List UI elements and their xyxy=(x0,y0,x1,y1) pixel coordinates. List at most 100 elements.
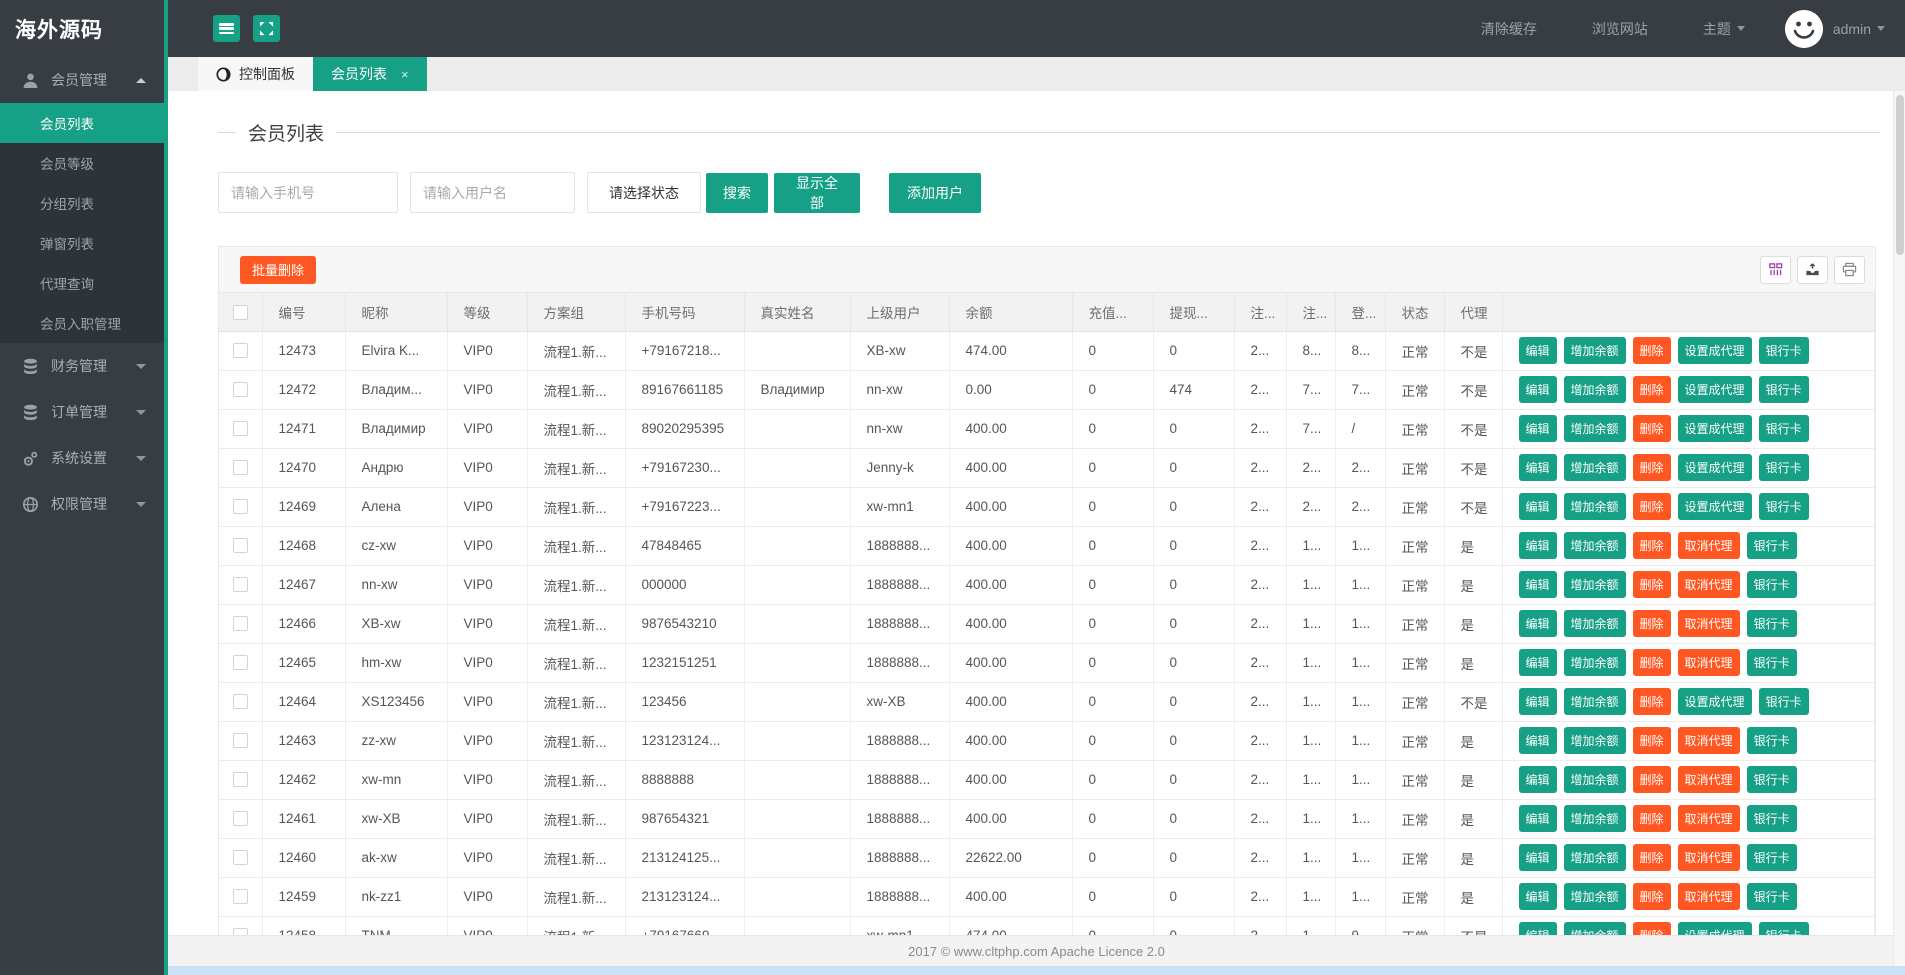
set-agent-button[interactable]: 设置成代理 xyxy=(1677,376,1752,403)
add-balance-button[interactable]: 增加余额 xyxy=(1563,805,1626,832)
cancel-agent-button[interactable]: 取消代理 xyxy=(1677,649,1740,676)
delete-button[interactable]: 删除 xyxy=(1632,649,1671,676)
cancel-agent-button[interactable]: 取消代理 xyxy=(1677,844,1740,871)
edit-button[interactable]: 编辑 xyxy=(1518,571,1557,598)
bank-card-button[interactable]: 银行卡 xyxy=(1758,376,1809,403)
set-agent-button[interactable]: 设置成代理 xyxy=(1677,688,1752,715)
set-agent-button[interactable]: 设置成代理 xyxy=(1677,922,1752,935)
add-balance-button[interactable]: 增加余额 xyxy=(1563,883,1626,910)
delete-button[interactable]: 删除 xyxy=(1632,532,1671,559)
row-checkbox[interactable] xyxy=(232,811,248,827)
delete-button[interactable]: 删除 xyxy=(1632,454,1671,481)
edit-button[interactable]: 编辑 xyxy=(1518,454,1557,481)
bank-card-button[interactable]: 银行卡 xyxy=(1758,493,1809,520)
add-balance-button[interactable]: 增加余额 xyxy=(1563,688,1626,715)
horizontal-scrollbar[interactable] xyxy=(168,966,1905,975)
edit-button[interactable]: 编辑 xyxy=(1518,766,1557,793)
row-checkbox[interactable] xyxy=(232,577,248,593)
theme-dropdown[interactable]: 主题 xyxy=(1703,19,1745,39)
bank-card-button[interactable]: 银行卡 xyxy=(1758,337,1809,364)
status-select[interactable]: 请选择状态 xyxy=(587,172,701,213)
sidebar-item-order-management[interactable]: 订单管理 xyxy=(0,389,164,435)
bank-card-button[interactable]: 银行卡 xyxy=(1758,922,1809,935)
add-balance-button[interactable]: 增加余额 xyxy=(1563,571,1626,598)
batch-delete-button[interactable]: 批量删除 xyxy=(240,255,317,284)
delete-button[interactable]: 删除 xyxy=(1632,337,1671,364)
avatar[interactable] xyxy=(1784,9,1823,48)
bank-card-button[interactable]: 银行卡 xyxy=(1746,844,1797,871)
columns-toggle-button[interactable] xyxy=(1760,255,1791,284)
delete-button[interactable]: 删除 xyxy=(1632,727,1671,754)
row-checkbox[interactable] xyxy=(232,850,248,866)
bank-card-button[interactable]: 银行卡 xyxy=(1746,649,1797,676)
edit-button[interactable]: 编辑 xyxy=(1518,688,1557,715)
add-balance-button[interactable]: 增加余额 xyxy=(1563,844,1626,871)
print-button[interactable] xyxy=(1834,255,1865,284)
cancel-agent-button[interactable]: 取消代理 xyxy=(1677,571,1740,598)
row-checkbox[interactable] xyxy=(232,655,248,671)
sidebar-item-finance-management[interactable]: 财务管理 xyxy=(0,343,164,389)
bank-card-button[interactable]: 银行卡 xyxy=(1746,883,1797,910)
bank-card-button[interactable]: 银行卡 xyxy=(1758,454,1809,481)
sidebar-item-member-management[interactable]: 会员管理 xyxy=(0,57,164,103)
edit-button[interactable]: 编辑 xyxy=(1518,883,1557,910)
clear-cache-link[interactable]: 清除缓存 xyxy=(1481,19,1537,39)
row-checkbox[interactable] xyxy=(232,889,248,905)
add-balance-button[interactable]: 增加余额 xyxy=(1563,376,1626,403)
export-button[interactable] xyxy=(1797,255,1828,284)
edit-button[interactable]: 编辑 xyxy=(1518,922,1557,935)
add-balance-button[interactable]: 增加余额 xyxy=(1563,766,1626,793)
vertical-scrollbar[interactable] xyxy=(1893,91,1905,966)
edit-button[interactable]: 编辑 xyxy=(1518,493,1557,520)
row-checkbox[interactable] xyxy=(232,772,248,788)
row-checkbox[interactable] xyxy=(232,421,248,437)
username-input[interactable] xyxy=(410,172,575,213)
sidebar-subitem-1[interactable]: 会员等级 xyxy=(0,143,164,183)
set-agent-button[interactable]: 设置成代理 xyxy=(1677,337,1752,364)
sidebar-item-system-settings[interactable]: 系统设置 xyxy=(0,435,164,481)
add-balance-button[interactable]: 增加余额 xyxy=(1563,454,1626,481)
bank-card-button[interactable]: 银行卡 xyxy=(1746,532,1797,559)
edit-button[interactable]: 编辑 xyxy=(1518,727,1557,754)
sidebar-subitem-2[interactable]: 分组列表 xyxy=(0,183,164,223)
sidebar-subitem-3[interactable]: 弹窗列表 xyxy=(0,223,164,263)
phone-input[interactable] xyxy=(218,172,398,213)
edit-button[interactable]: 编辑 xyxy=(1518,532,1557,559)
search-button[interactable]: 搜索 xyxy=(706,172,768,213)
add-user-button[interactable]: 添加用户 xyxy=(889,172,981,213)
browse-site-link[interactable]: 浏览网站 xyxy=(1592,19,1648,39)
row-checkbox[interactable] xyxy=(232,733,248,749)
row-checkbox[interactable] xyxy=(232,694,248,710)
scrollbar-thumb[interactable] xyxy=(1896,95,1904,255)
tab-member-list[interactable]: 会员列表 × xyxy=(313,57,427,91)
bank-card-button[interactable]: 银行卡 xyxy=(1758,415,1809,442)
edit-button[interactable]: 编辑 xyxy=(1518,610,1557,637)
cancel-agent-button[interactable]: 取消代理 xyxy=(1677,766,1740,793)
delete-button[interactable]: 删除 xyxy=(1632,922,1671,935)
add-balance-button[interactable]: 增加余额 xyxy=(1563,610,1626,637)
cancel-agent-button[interactable]: 取消代理 xyxy=(1677,883,1740,910)
sidebar-subitem-4[interactable]: 代理查询 xyxy=(0,263,164,303)
show-all-button[interactable]: 显示全部 xyxy=(774,172,860,213)
bank-card-button[interactable]: 银行卡 xyxy=(1746,766,1797,793)
cancel-agent-button[interactable]: 取消代理 xyxy=(1677,727,1740,754)
collapse-menu-button[interactable] xyxy=(213,15,240,42)
sidebar-subitem-0[interactable]: 会员列表 xyxy=(0,103,164,143)
cancel-agent-button[interactable]: 取消代理 xyxy=(1677,805,1740,832)
tab-dashboard[interactable]: 控制面板 xyxy=(198,57,313,91)
edit-button[interactable]: 编辑 xyxy=(1518,337,1557,364)
delete-button[interactable]: 删除 xyxy=(1632,610,1671,637)
delete-button[interactable]: 删除 xyxy=(1632,883,1671,910)
delete-button[interactable]: 删除 xyxy=(1632,844,1671,871)
add-balance-button[interactable]: 增加余额 xyxy=(1563,922,1626,935)
row-checkbox[interactable] xyxy=(232,382,248,398)
edit-button[interactable]: 编辑 xyxy=(1518,649,1557,676)
row-checkbox[interactable] xyxy=(232,616,248,632)
bank-card-button[interactable]: 银行卡 xyxy=(1746,727,1797,754)
delete-button[interactable]: 删除 xyxy=(1632,688,1671,715)
add-balance-button[interactable]: 增加余额 xyxy=(1563,532,1626,559)
add-balance-button[interactable]: 增加余额 xyxy=(1563,415,1626,442)
cancel-agent-button[interactable]: 取消代理 xyxy=(1677,610,1740,637)
delete-button[interactable]: 删除 xyxy=(1632,766,1671,793)
row-checkbox[interactable] xyxy=(232,499,248,515)
